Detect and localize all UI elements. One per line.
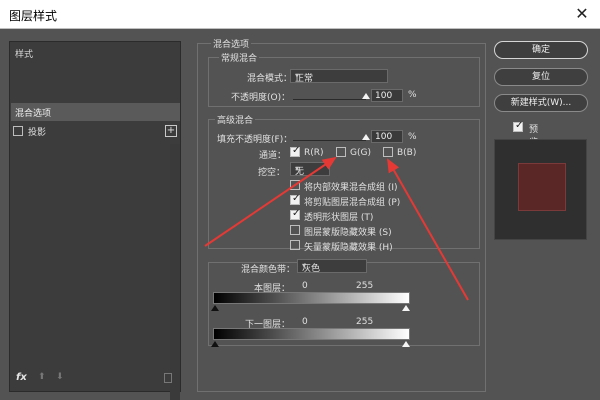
opacity-slider-track[interactable]	[293, 99, 366, 100]
opacity-label: 不透明度(O)：	[231, 93, 291, 103]
opacity-unit: %	[408, 90, 417, 100]
preview-checkbox[interactable]	[513, 120, 523, 132]
drop-shadow-label: 投影	[28, 128, 47, 138]
fx-icon[interactable]: fx	[16, 372, 27, 383]
opacity-slider-thumb[interactable]	[362, 93, 370, 99]
trash-icon[interactable]	[164, 373, 172, 383]
underlying-layer-gradient	[213, 328, 410, 340]
blending-options-title: 混合选项	[211, 37, 252, 50]
transparency-shapes-layer-label: 透明形状图层 (T)	[304, 213, 374, 223]
this-layer-min: 0	[302, 281, 308, 291]
fill-opacity-slider-track[interactable]	[293, 140, 366, 141]
channel-b-label: B(B)	[397, 148, 417, 158]
blend-clipped-layers-label: 将剪贴图层混合成组 (P)	[304, 198, 401, 208]
styles-footer-toolbar: fx ⬆ ⬇	[10, 369, 180, 391]
styles-item-drop-shadow[interactable]: 投影 +	[13, 125, 179, 140]
underlying-layer-max: 255	[356, 317, 374, 327]
channel-r-checkbox[interactable]	[290, 145, 300, 157]
this-layer-gradient	[213, 292, 410, 304]
styles-list-panel: 样式 混合选项 投影 + fx ⬆ ⬇	[9, 41, 181, 400]
move-down-icon[interactable]: ⬇	[56, 372, 64, 382]
channel-g-label: G(G)	[350, 148, 371, 158]
style-preview	[494, 139, 587, 240]
fill-opacity-input[interactable]: 100	[371, 130, 403, 143]
ok-button[interactable]: 确定	[494, 41, 588, 59]
close-icon[interactable]: ✕	[570, 2, 594, 26]
opacity-value: 100	[375, 91, 393, 101]
blend-interior-effects-label: 将内部效果混合成组 (I)	[304, 183, 398, 193]
this-layer-white-slider[interactable]	[402, 305, 410, 311]
knockout-select[interactable]: 无 ▾	[290, 162, 330, 177]
opacity-input[interactable]: 100	[371, 89, 403, 102]
move-up-icon[interactable]: ⬆	[38, 372, 46, 382]
chevron-down-icon: ▾	[295, 71, 300, 80]
underlying-layer-black-slider[interactable]	[211, 341, 219, 347]
preview-swatch	[518, 163, 566, 211]
fill-opacity-unit: %	[408, 132, 417, 142]
dialog-title: 图层样式	[9, 9, 58, 23]
blend-mode-label: 混合模式：	[247, 74, 293, 84]
this-layer-max: 255	[356, 281, 374, 291]
styles-item-label: 混合选项	[15, 109, 52, 119]
layer-mask-hides-effects-checkbox[interactable]	[290, 225, 300, 235]
new-style-button[interactable]: 新建样式(W)...	[494, 94, 588, 112]
channel-b-checkbox[interactable]	[383, 147, 393, 157]
fill-opacity-value: 100	[375, 132, 393, 142]
dialog-titlebar: 图层样式 ✕	[0, 0, 600, 29]
blend-if-select[interactable]: 灰色 ▾	[297, 259, 367, 274]
drop-shadow-checkbox[interactable]	[13, 126, 23, 136]
underlying-layer-white-slider[interactable]	[402, 341, 410, 347]
knockout-label: 挖空：	[258, 168, 286, 178]
underlying-layer-min: 0	[302, 317, 308, 327]
styles-scrollbar[interactable]	[170, 144, 180, 400]
chevron-down-icon: ▾	[295, 164, 300, 173]
styles-header[interactable]: 样式	[15, 47, 33, 60]
channel-g-checkbox[interactable]	[336, 147, 346, 157]
fill-opacity-label: 填充不透明度(F)：	[217, 135, 293, 145]
styles-item-blending-options[interactable]: 混合选项	[11, 103, 180, 121]
channel-r-label: R(R)	[304, 148, 324, 158]
blend-if-label: 混合颜色带：	[241, 265, 296, 275]
vector-mask-hides-effects-checkbox[interactable]	[290, 240, 300, 250]
general-blending-title: 常规混合	[219, 51, 260, 64]
reset-button[interactable]: 复位	[494, 68, 588, 86]
chevron-down-icon: ▾	[302, 261, 307, 270]
add-drop-shadow-icon[interactable]: +	[165, 125, 177, 137]
blend-mode-select[interactable]: 正常 ▾	[290, 69, 388, 84]
layer-mask-hides-effects-label: 图层蒙版隐藏效果 (S)	[304, 228, 392, 238]
advanced-blending-title: 高级混合	[215, 113, 256, 126]
fill-opacity-slider-thumb[interactable]	[362, 134, 370, 140]
blend-interior-effects-checkbox[interactable]	[290, 180, 300, 190]
vector-mask-hides-effects-label: 矢量蒙版隐藏效果 (H)	[304, 243, 393, 253]
this-layer-black-slider[interactable]	[211, 305, 219, 311]
channels-label: 通道：	[259, 151, 287, 161]
transparency-shapes-layer-checkbox[interactable]	[290, 208, 300, 220]
blend-clipped-layers-checkbox[interactable]	[290, 193, 300, 205]
